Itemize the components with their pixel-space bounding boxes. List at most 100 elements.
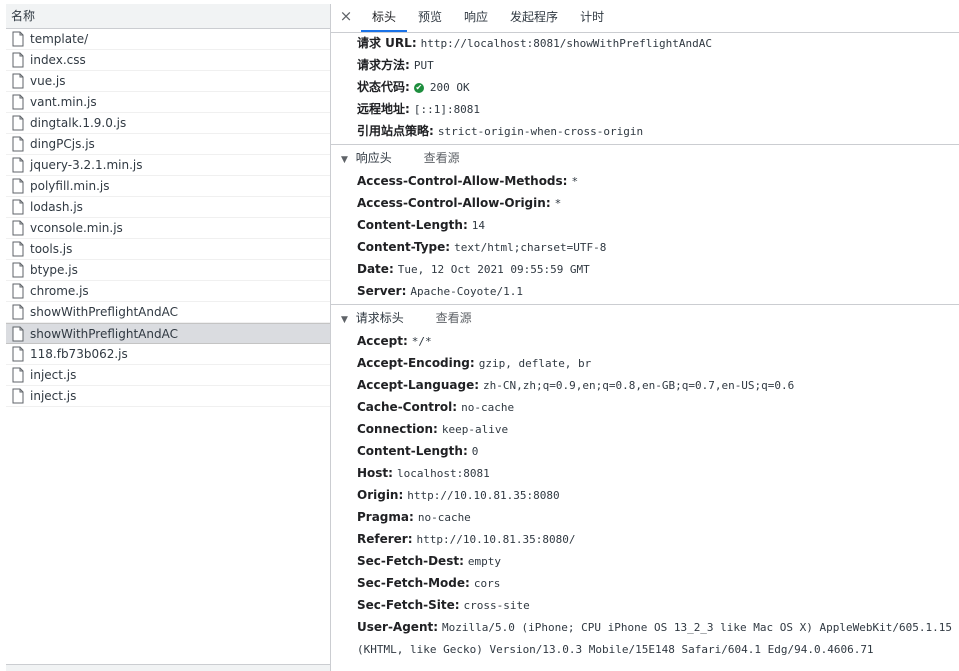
file-list-item[interactable]: vue.js [6, 71, 330, 92]
header-colon: : [462, 444, 468, 458]
header-key: Host [357, 466, 389, 480]
header-value[interactable]: 200 OK [430, 81, 470, 94]
file-list-item[interactable]: btype.js [6, 260, 330, 281]
file-name: dingtalk.1.9.0.js [30, 116, 127, 130]
document-icon [11, 178, 25, 194]
file-name: polyfill.min.js [30, 179, 110, 193]
header-row: Origin: http://10.10.81.35:8080 [331, 484, 959, 506]
file-name: inject.js [30, 389, 77, 403]
header-colon: : [405, 102, 410, 116]
document-icon [11, 52, 25, 68]
header-value[interactable]: localhost:8081 [397, 467, 490, 480]
file-name: inject.js [30, 368, 77, 382]
header-value[interactable]: no-cache [418, 511, 471, 524]
file-list-item[interactable]: showWithPreflightAndAC [6, 302, 330, 323]
document-icon [11, 94, 25, 110]
file-list-item[interactable]: lodash.js [6, 197, 330, 218]
file-name: template/ [30, 32, 89, 46]
header-row: Content-Length: 0 [331, 440, 959, 462]
header-value[interactable]: gzip, deflate, br [479, 357, 592, 370]
header-key: Accept [357, 334, 403, 348]
header-value[interactable]: * [571, 175, 578, 188]
request-view-source-link[interactable]: 查看源 [436, 311, 472, 325]
collapse-triangle-icon[interactable]: ▼ [341, 155, 348, 165]
tab-1[interactable]: 预览 [407, 0, 453, 32]
file-list-item[interactable]: tools.js [6, 239, 330, 260]
header-colon: : [452, 400, 458, 414]
header-value[interactable]: Mozilla/5.0 (iPhone; CPU iPhone OS 13_2_… [442, 621, 952, 634]
header-value[interactable]: 14 [472, 219, 485, 232]
header-key: 请求 URL [357, 36, 412, 50]
header-value[interactable]: keep-alive [442, 423, 508, 436]
file-list-item[interactable]: polyfill.min.js [6, 176, 330, 197]
header-value[interactable]: zh-CN,zh;q=0.9,en;q=0.8,en-GB;q=0.7,en-U… [483, 379, 794, 392]
file-list-item[interactable]: chrome.js [6, 281, 330, 302]
file-list-footer [6, 664, 330, 671]
header-row: Sec-Fetch-Mode: cors [331, 572, 959, 594]
file-name: showWithPreflightAndAC [30, 326, 178, 341]
header-row: Connection: keep-alive [331, 418, 959, 440]
document-icon [11, 199, 25, 215]
tab-0[interactable]: 标头 [361, 0, 408, 32]
file-list-panel: 名称 template/index.css vue.js vant.min.js di… [6, 4, 331, 671]
header-key: Sec-Fetch-Site [357, 598, 455, 612]
document-icon [11, 220, 25, 236]
file-list-item[interactable]: inject.js [6, 386, 330, 407]
header-colon: : [388, 262, 394, 276]
header-value[interactable]: empty [468, 555, 501, 568]
header-value[interactable]: */* [412, 335, 432, 348]
document-icon [11, 283, 25, 299]
collapse-triangle-icon[interactable]: ▼ [341, 315, 348, 325]
header-row: User-Agent: Mozilla/5.0 (iPhone; CPU iPho… [331, 616, 959, 638]
file-list-item[interactable]: index.css [6, 50, 330, 71]
header-value[interactable]: http://localhost:8081/showWithPreflightA… [421, 37, 712, 50]
header-value[interactable]: text/html;charset=UTF-8 [454, 241, 606, 254]
document-icon [11, 346, 25, 362]
request-headers-section-head[interactable]: ▼ 请求标头 查看源 [331, 304, 959, 330]
file-list-item[interactable]: vconsole.min.js [6, 218, 330, 239]
tab-4[interactable]: 计时 [569, 0, 615, 32]
header-colon: : [454, 598, 460, 612]
file-list-item[interactable]: 118.fb73b062.js [6, 344, 330, 365]
file-list-header[interactable]: 名称 [6, 4, 330, 29]
header-row: Server: Apache-Coyote/1.1 [331, 280, 959, 302]
header-row-continuation: (KHTML, like Gecko) Version/13.0.3 Mobil… [331, 638, 959, 660]
header-value[interactable]: http://10.10.81.35:8080 [407, 489, 559, 502]
header-colon: : [562, 174, 568, 188]
header-value[interactable]: Apache-Coyote/1.1 [410, 285, 523, 298]
header-key: Sec-Fetch-Mode [357, 576, 466, 590]
file-name: dingPCjs.js [30, 137, 95, 151]
file-list-item[interactable]: showWithPreflightAndAC [6, 323, 330, 344]
file-list-item[interactable]: inject.js [6, 365, 330, 386]
header-value[interactable]: no-cache [461, 401, 514, 414]
header-value[interactable]: cross-site [464, 599, 530, 612]
header-value[interactable]: * [555, 197, 562, 210]
header-value[interactable]: strict-origin-when-cross-origin [438, 125, 643, 138]
header-value[interactable]: PUT [414, 59, 434, 72]
response-view-source-link[interactable]: 查看源 [424, 151, 460, 165]
file-list-item[interactable]: dingPCjs.js [6, 134, 330, 155]
header-row: Sec-Fetch-Dest: empty [331, 550, 959, 572]
file-name: btype.js [30, 263, 78, 277]
close-icon[interactable]: × [331, 0, 361, 32]
tab-2[interactable]: 响应 [453, 0, 499, 32]
tab-3[interactable]: 发起程序 [499, 0, 569, 32]
header-value[interactable]: Tue, 12 Oct 2021 09:55:59 GMT [398, 263, 590, 276]
header-row: Content-Type: text/html;charset=UTF-8 [331, 236, 959, 258]
header-row: Host: localhost:8081 [331, 462, 959, 484]
header-row: 引用站点策略: strict-origin-when-cross-origin [331, 120, 959, 142]
document-icon [11, 136, 25, 152]
detail-tabbar: × 标头 预览 响应 发起程序 计时 [331, 0, 959, 33]
header-value[interactable]: cors [474, 577, 501, 590]
file-list-item[interactable]: vant.min.js [6, 92, 330, 113]
file-list-item[interactable]: template/ [6, 29, 330, 50]
header-value[interactable]: [::1]:8081 [414, 103, 480, 116]
response-headers-section-head[interactable]: ▼ 响应头 查看源 [331, 144, 959, 170]
header-key: Cache-Control [357, 400, 453, 414]
header-value[interactable]: http://10.10.81.35:8080/ [417, 533, 576, 546]
header-value-continuation[interactable]: (KHTML, like Gecko) Version/13.0.3 Mobil… [357, 643, 874, 656]
file-list-item[interactable]: jquery-3.2.1.min.js [6, 155, 330, 176]
header-colon: : [405, 58, 410, 72]
file-list-item[interactable]: dingtalk.1.9.0.js [6, 113, 330, 134]
header-value[interactable]: 0 [472, 445, 479, 458]
